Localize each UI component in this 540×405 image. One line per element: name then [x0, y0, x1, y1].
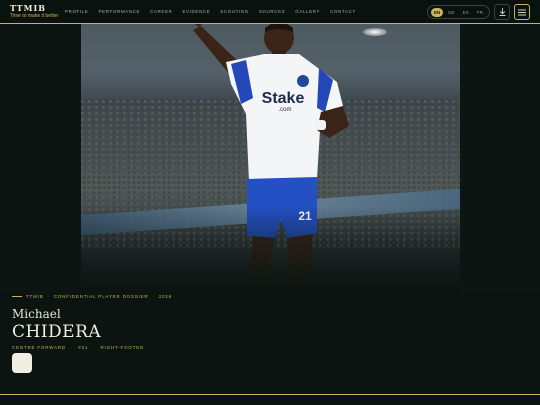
top-nav-bar: TTMIB Time to make it better PROFILE PER… [0, 0, 540, 24]
player-first-name: Michael [12, 307, 61, 321]
nav-item-performance[interactable]: PERFORMANCE [98, 9, 140, 14]
player-position: CENTRE FORWARD [12, 345, 66, 350]
action-button[interactable] [12, 353, 32, 373]
hero-right-panel [460, 24, 540, 294]
site-logo[interactable]: TTMIB Time to make it better [10, 3, 59, 20]
language-switcher: EN DE ES FR [427, 5, 490, 19]
player-number: #21 [78, 345, 89, 350]
menu-button[interactable] [514, 4, 530, 20]
nav-item-scouting[interactable]: SCOUTING [220, 9, 249, 14]
player-meta: CENTRE FORWARD · #21 · RIGHT-FOOTED [12, 345, 145, 350]
player-photo: Stake .com 21 [81, 24, 460, 286]
download-icon [499, 8, 505, 16]
logo-tagline: Time to make it better [10, 13, 59, 19]
kicker-brand: TTMIB [26, 294, 44, 299]
player-foot: RIGHT-FOOTED [100, 345, 145, 350]
main-nav: PROFILE PERFORMANCE CAREER EVIDENCE SCOU… [65, 9, 356, 14]
bottom-bar [0, 395, 540, 405]
lang-de[interactable]: DE [445, 8, 457, 17]
shirt-sponsor-sub: .com [278, 107, 291, 113]
nav-item-profile[interactable]: PROFILE [65, 9, 88, 14]
lang-en[interactable]: EN [431, 7, 444, 17]
download-button[interactable] [494, 4, 510, 20]
dossier-kicker: TTMIB · CONFIDENTIAL PLAYER DOSSIER · 20… [12, 294, 172, 299]
player-last-name: CHIDERA [12, 322, 102, 342]
menu-icon [518, 9, 526, 15]
nav-item-evidence[interactable]: EVIDENCE [182, 9, 210, 14]
hero-section: Stake .com 21 [0, 24, 540, 294]
nav-item-gallery[interactable]: GALLERY [295, 9, 320, 14]
logo-title: TTMIB [10, 3, 46, 13]
nav-item-contact[interactable]: CONTACT [330, 9, 356, 14]
photo-gradient-fade [81, 206, 460, 286]
lang-es[interactable]: ES [460, 8, 472, 17]
kicker-year: 2026 [158, 294, 172, 299]
nav-item-career[interactable]: CAREER [150, 9, 172, 14]
shirt-sponsor: Stake [262, 90, 305, 107]
kicker-rule [12, 296, 22, 297]
nav-item-sources[interactable]: SOURCES [259, 9, 285, 14]
lang-fr[interactable]: FR [474, 8, 486, 17]
kicker-label: CONFIDENTIAL PLAYER DOSSIER [53, 294, 149, 299]
hero-left-panel [0, 24, 81, 294]
